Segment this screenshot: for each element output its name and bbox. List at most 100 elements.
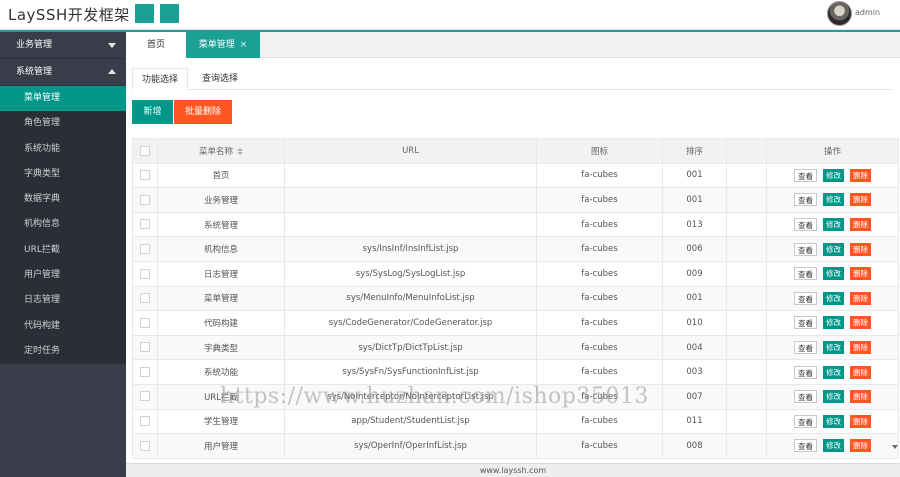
edit-button[interactable]: 修改 [823, 218, 844, 232]
row-select-cell [132, 359, 158, 385]
edit-button[interactable]: 修改 [823, 390, 844, 404]
sidebar-item-dict-type[interactable]: 字典类型 [0, 162, 126, 187]
row-checkbox[interactable] [140, 268, 150, 279]
view-button[interactable]: 查看 [794, 365, 817, 379]
cell-order: 007 [662, 383, 727, 410]
add-button[interactable]: 新增 [132, 100, 173, 124]
delete-button[interactable]: 删除 [850, 193, 871, 207]
sidebar-item-user-manage[interactable]: 用户管理 [0, 263, 126, 288]
delete-button[interactable]: 删除 [850, 414, 871, 428]
cell-order: 006 [662, 236, 727, 262]
cell-order: 011 [662, 408, 727, 435]
sidebar-item-code-build[interactable]: 代码构建 [0, 314, 126, 339]
edit-button[interactable]: 修改 [823, 341, 844, 355]
view-button[interactable]: 查看 [794, 291, 817, 305]
row-checkbox[interactable] [140, 243, 150, 254]
row-checkbox[interactable] [140, 219, 150, 230]
sidebar-item-scheduled-task[interactable]: 定时任务 [0, 339, 126, 364]
table-row[interactable]: 系统功能 sys/SysFn/SysFunctionInfList.jsp fa-c… [132, 359, 899, 385]
delete-button[interactable]: 删除 [850, 291, 871, 305]
view-button[interactable]: 查看 [794, 242, 817, 256]
cell-actions: 查看 修改 删除 [766, 236, 899, 262]
delete-button[interactable]: 删除 [850, 267, 871, 281]
subtab-query-select[interactable]: 查询选择 [192, 68, 248, 90]
row-checkbox[interactable] [140, 170, 150, 181]
view-button[interactable]: 查看 [794, 218, 817, 232]
tab-menu-manage[interactable]: 菜单管理 × [186, 32, 260, 58]
sidebar-item-menu-manage[interactable]: 菜单管理 [0, 86, 126, 112]
sidebar-group-business[interactable]: 业务管理 [0, 32, 126, 59]
table-row[interactable]: 字典类型 sys/DictTp/DictTpList.jsp fa-cubes 004… [132, 334, 899, 361]
column-header-name[interactable]: 菜单名称 [157, 138, 285, 164]
table-row[interactable]: 菜单管理 sys/MenuInfo/MenuInfoList.jsp fa-cube… [132, 285, 899, 312]
edit-button[interactable]: 修改 [823, 168, 844, 182]
view-button[interactable]: 查看 [794, 414, 817, 428]
table-row[interactable]: 首页 fa-cubes 001 查看 修改 删除 [132, 162, 899, 189]
delete-button[interactable]: 删除 [850, 439, 871, 453]
edit-button[interactable]: 修改 [823, 316, 844, 330]
header-shortcut-button-2[interactable] [160, 4, 179, 23]
row-checkbox[interactable] [140, 366, 150, 377]
delete-button[interactable]: 删除 [850, 218, 871, 232]
sort-icon[interactable] [237, 147, 243, 155]
user-avatar[interactable] [827, 1, 852, 26]
edit-button[interactable]: 修改 [823, 193, 844, 207]
table-row[interactable]: 机构信息 sys/InsInf/InsInfList.jsp fa-cubes 006… [132, 236, 899, 262]
scroll-down-icon[interactable] [892, 445, 898, 449]
sidebar-item-org-info[interactable]: 机构信息 [0, 212, 126, 237]
delete-button[interactable]: 删除 [850, 168, 871, 182]
row-checkbox[interactable] [140, 342, 150, 353]
cell-icon: fa-cubes [536, 260, 663, 287]
tab-home[interactable]: 首页 [126, 32, 186, 58]
delete-button[interactable]: 删除 [850, 316, 871, 330]
sidebar-group-system[interactable]: 系统管理 [0, 59, 126, 86]
table-row[interactable]: URL拦截 sys/NoInterceptor/NoInterceptorList… [132, 383, 899, 410]
table-row[interactable]: 用户管理 sys/OperInf/OperInfList.jsp fa-cubes 0… [132, 433, 899, 459]
row-checkbox[interactable] [140, 194, 150, 205]
cell-name: 菜单管理 [157, 285, 285, 312]
row-checkbox[interactable] [140, 440, 150, 451]
cell-order: 009 [662, 260, 727, 287]
delete-button[interactable]: 删除 [850, 242, 871, 256]
edit-button[interactable]: 修改 [823, 439, 844, 453]
delete-button[interactable]: 删除 [850, 390, 871, 404]
row-checkbox[interactable] [140, 293, 150, 304]
edit-button[interactable]: 修改 [823, 267, 844, 281]
row-checkbox[interactable] [140, 317, 150, 328]
table-row[interactable]: 日志管理 sys/SysLog/SysLogList.jsp fa-cubes 009… [132, 260, 899, 287]
sidebar-item-role-manage[interactable]: 角色管理 [0, 111, 126, 136]
header-shortcut-button-1[interactable] [135, 4, 154, 23]
cell-order: 003 [662, 359, 727, 385]
sidebar-item-system-function[interactable]: 系统功能 [0, 137, 126, 162]
table-row[interactable]: 业务管理 fa-cubes 001 查看 修改 删除 [132, 187, 899, 213]
batch-delete-button[interactable]: 批量删除 [174, 100, 232, 124]
username-label[interactable]: admin [855, 8, 880, 17]
delete-button[interactable]: 删除 [850, 365, 871, 379]
edit-button[interactable]: 修改 [823, 414, 844, 428]
row-checkbox[interactable] [140, 416, 150, 427]
edit-button[interactable]: 修改 [823, 291, 844, 305]
cell-order: 001 [662, 187, 727, 213]
edit-button[interactable]: 修改 [823, 242, 844, 256]
view-button[interactable]: 查看 [794, 267, 817, 281]
sidebar-item-url-intercept[interactable]: URL拦截 [0, 238, 126, 263]
sidebar-submenu: 菜单管理 角色管理 系统功能 字典类型 数据字典 机构信息 URL拦截 用户管理… [0, 86, 126, 365]
view-button[interactable]: 查看 [794, 168, 817, 182]
view-button[interactable]: 查看 [794, 341, 817, 355]
table-row[interactable]: 学生管理 app/Student/StudentList.jsp fa-cubes 0… [132, 408, 899, 435]
subtab-function-select[interactable]: 功能选择 [132, 68, 188, 90]
cell-name: 业务管理 [157, 187, 285, 213]
edit-button[interactable]: 修改 [823, 365, 844, 379]
view-button[interactable]: 查看 [794, 193, 817, 207]
row-checkbox[interactable] [140, 391, 150, 402]
sidebar-item-data-dict[interactable]: 数据字典 [0, 187, 126, 212]
table-row[interactable]: 代码构建 sys/CodeGenerator/CodeGenerator.jsp f… [132, 310, 899, 336]
sidebar-item-log-manage[interactable]: 日志管理 [0, 288, 126, 313]
select-all-checkbox[interactable] [140, 145, 150, 156]
view-button[interactable]: 查看 [794, 390, 817, 404]
delete-button[interactable]: 删除 [850, 341, 871, 355]
view-button[interactable]: 查看 [794, 316, 817, 330]
table-row[interactable]: 系统管理 fa-cubes 013 查看 修改 删除 [132, 211, 899, 238]
view-button[interactable]: 查看 [794, 439, 817, 453]
close-icon[interactable]: × [240, 40, 248, 50]
